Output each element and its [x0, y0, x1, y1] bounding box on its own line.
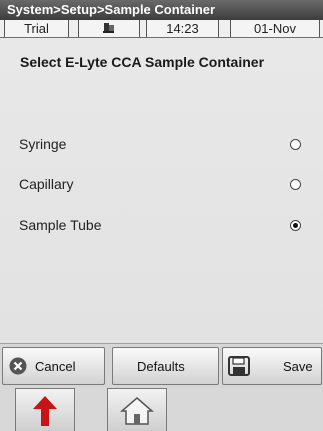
radio-button[interactable] [290, 179, 301, 190]
breadcrumb: System>Setup>Sample Container [7, 2, 216, 17]
home-button[interactable] [107, 388, 167, 431]
page-title: Select E-Lyte CCA Sample Container [20, 54, 265, 70]
cancel-button[interactable]: Cancel [2, 347, 105, 385]
option-label: Capillary [19, 176, 74, 192]
floppy-disk-icon [228, 356, 250, 376]
option-label: Syringe [19, 136, 67, 152]
back-button[interactable] [15, 388, 75, 431]
status-bar: Trial 14:23 01-Nov [0, 20, 323, 38]
defaults-button[interactable]: Defaults [112, 347, 219, 385]
option-capillary[interactable]: Capillary [0, 170, 323, 200]
home-icon [120, 397, 154, 425]
save-label: Save [283, 359, 313, 374]
radio-button[interactable] [290, 139, 301, 150]
mode-indicator: Trial [4, 20, 69, 37]
option-label: Sample Tube [19, 217, 102, 233]
cancel-label: Cancel [35, 359, 76, 374]
date: 01-Nov [230, 20, 320, 37]
analyzer-icon [78, 20, 140, 37]
nav-bar [0, 388, 323, 431]
option-sample-tube[interactable]: Sample Tube [0, 211, 323, 241]
save-button[interactable]: Save [222, 347, 322, 385]
action-bar: Cancel Defaults Save [0, 343, 323, 388]
defaults-label: Defaults [137, 359, 185, 374]
radio-button[interactable] [290, 220, 301, 231]
close-circle-icon [9, 357, 27, 375]
clock: 14:23 [146, 20, 219, 37]
option-syringe[interactable]: Syringe [0, 130, 323, 160]
title-bar: System>Setup>Sample Container [0, 0, 323, 20]
up-arrow-icon [33, 396, 57, 426]
